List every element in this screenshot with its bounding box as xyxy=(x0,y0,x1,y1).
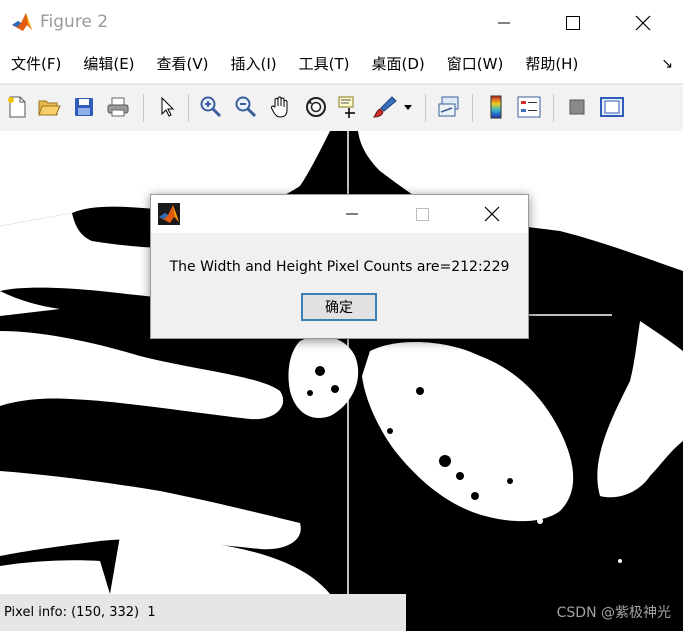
title-bar: Figure 2 xyxy=(0,0,683,45)
menu-view[interactable]: 查看(V) xyxy=(146,45,220,83)
pixel-info-panel: Pixel info: (150, 332) 1 xyxy=(0,594,406,631)
open-file-icon xyxy=(38,100,61,116)
menu-overflow-button[interactable]: ↘ xyxy=(661,45,673,83)
data-cursor-button[interactable] xyxy=(336,93,364,121)
toolbar-separator xyxy=(143,94,144,122)
rotate-3d-icon xyxy=(306,97,326,117)
pixel-info-text: Pixel info: (150, 332) 1 xyxy=(4,605,156,620)
dialog-minimize-button[interactable] xyxy=(329,195,375,233)
watermark-text: CSDN @紫极神光 xyxy=(556,605,671,621)
brush-icon xyxy=(372,96,397,118)
menu-edit[interactable]: 编辑(E) xyxy=(72,45,145,83)
rotate-3d-button[interactable] xyxy=(302,93,330,121)
toolbar-separator xyxy=(472,94,473,122)
menu-window[interactable]: 窗口(W) xyxy=(436,45,515,83)
menu-help[interactable]: 帮助(H) xyxy=(514,45,589,83)
pan-button[interactable] xyxy=(267,93,295,121)
brush-dropdown-button[interactable] xyxy=(398,93,418,121)
figure-toolbar xyxy=(0,84,683,132)
toolbar-separator xyxy=(425,94,426,122)
toolbar-separator xyxy=(188,94,189,122)
zoom-out-icon xyxy=(235,96,257,118)
pan-hand-icon xyxy=(270,96,288,118)
link-plot-button[interactable] xyxy=(435,93,463,121)
new-figure-icon xyxy=(8,96,26,118)
save-icon xyxy=(75,98,93,116)
minimize-icon xyxy=(498,22,510,23)
close-icon xyxy=(484,206,500,222)
menu-desktop[interactable]: 桌面(D) xyxy=(361,45,436,83)
ok-button[interactable]: 确定 xyxy=(301,293,377,321)
toolbar-separator xyxy=(553,94,554,122)
show-plot-tools-button[interactable] xyxy=(598,93,626,121)
dialog-maximize-button[interactable] xyxy=(399,195,445,233)
brush-button[interactable] xyxy=(371,93,399,121)
menu-file[interactable]: 文件(F) xyxy=(0,45,72,83)
dialog-message: The Width and Height Pixel Counts are=21… xyxy=(169,259,510,275)
matlab-logo-icon xyxy=(11,11,33,33)
legend-button[interactable] xyxy=(515,93,543,121)
minimize-button[interactable] xyxy=(481,0,527,45)
figure-window: Figure 2 文件(F) 编辑(E) 查看(V) 插入(I) 工具(T) 桌… xyxy=(0,0,683,631)
minimize-icon xyxy=(346,213,358,215)
legend-icon xyxy=(517,96,541,118)
print-button[interactable] xyxy=(104,93,132,121)
menu-bar: 文件(F) 编辑(E) 查看(V) 插入(I) 工具(T) 桌面(D) 窗口(W… xyxy=(0,45,683,83)
data-cursor-icon xyxy=(338,96,355,118)
show-plot-tools-icon xyxy=(600,97,624,117)
zoom-in-icon xyxy=(200,96,222,118)
open-file-button[interactable] xyxy=(35,93,63,121)
close-icon xyxy=(635,15,651,30)
zoom-in-button[interactable] xyxy=(197,93,225,121)
dialog-title-bar xyxy=(151,195,528,233)
link-plot-icon xyxy=(438,96,459,117)
save-button[interactable] xyxy=(70,93,98,121)
maximize-icon xyxy=(566,15,580,30)
menu-insert[interactable]: 插入(I) xyxy=(220,45,288,83)
brush-dropdown-icon xyxy=(404,105,412,110)
select-arrow-button[interactable] xyxy=(153,93,181,121)
status-bar: Pixel info: (150, 332) 1 CSDN @紫极神光 xyxy=(0,594,683,631)
maximize-button[interactable] xyxy=(550,0,596,45)
menu-tools[interactable]: 工具(T) xyxy=(288,45,361,83)
zoom-out-button[interactable] xyxy=(232,93,260,121)
close-button[interactable] xyxy=(620,0,666,45)
matlab-logo-icon xyxy=(158,203,180,225)
colorbar-button[interactable] xyxy=(482,93,510,121)
maximize-icon xyxy=(415,207,429,221)
print-icon xyxy=(107,97,129,117)
message-dialog: The Width and Height Pixel Counts are=21… xyxy=(150,194,529,339)
select-arrow-icon xyxy=(161,96,175,117)
menu-overflow-icon: ↘ xyxy=(661,56,673,72)
new-figure-button[interactable] xyxy=(3,93,31,121)
hide-plot-tools-button[interactable] xyxy=(563,93,591,121)
hide-plot-tools-icon xyxy=(569,99,585,115)
dialog-close-button[interactable] xyxy=(469,195,515,233)
window-title: Figure 2 xyxy=(40,12,109,32)
colorbar-icon xyxy=(490,95,502,119)
